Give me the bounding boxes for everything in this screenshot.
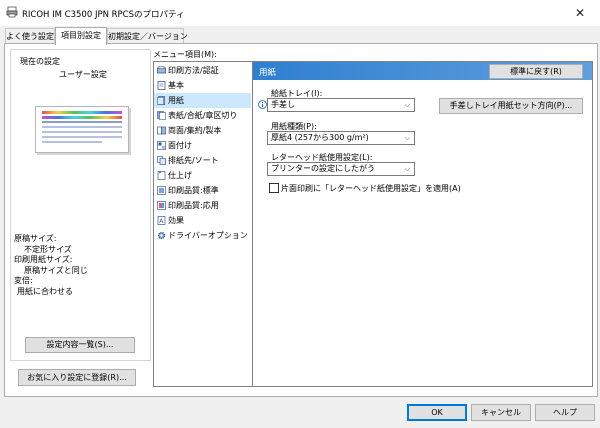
menu-item-paper[interactable]: 用紙 bbox=[154, 93, 251, 108]
bypass-tray-orientation-button[interactable]: 手差しトレイ用紙セット方向(P)... bbox=[439, 98, 583, 114]
basic-icon bbox=[157, 81, 166, 90]
profile-name: ユーザー設定 bbox=[59, 70, 107, 79]
finishing-icon bbox=[157, 171, 166, 180]
menu-list[interactable]: 印刷方法/認証 基本 用紙 表紙/合紙/章区切り 両面/集約/製本 面付け 排紙… bbox=[153, 61, 253, 387]
summary-line: 不定形サイズ bbox=[24, 244, 72, 254]
menu-item-label: 面付け bbox=[168, 141, 192, 150]
title-bar: RICOH IM C3500 JPN RPCSのプロパティ ✕ bbox=[0, 0, 600, 26]
tab-detailed-settings[interactable]: 項目別設定 bbox=[55, 27, 107, 45]
cover-sheet-icon bbox=[157, 111, 166, 120]
menu-item-basic[interactable]: 基本 bbox=[154, 78, 251, 93]
menu-item-output-sort[interactable]: 排紙先/ソート bbox=[154, 153, 251, 168]
simplex-letterhead-checkbox[interactable] bbox=[269, 183, 279, 193]
settings-list-button[interactable]: 設定内容一覧(S)... bbox=[25, 337, 135, 353]
menu-item-label: 表紙/合紙/章区切り bbox=[168, 111, 238, 120]
input-tray-value: 手差し bbox=[271, 100, 295, 109]
panel-header: 用紙 標準に戻す(R) bbox=[253, 62, 592, 80]
printer-icon bbox=[6, 6, 18, 18]
reset-default-button[interactable]: 標準に戻す(R) bbox=[489, 64, 583, 79]
close-icon[interactable]: ✕ bbox=[572, 5, 588, 21]
summary-line: 原稿サイズ: bbox=[14, 234, 57, 243]
window-title: RICOH IM C3500 JPN RPCSのプロパティ bbox=[22, 10, 185, 20]
input-tray-select[interactable]: 手差し ⌵ bbox=[267, 98, 415, 112]
menu-item-label: 基本 bbox=[168, 81, 184, 90]
cancel-button[interactable]: キャンセル bbox=[471, 404, 531, 421]
gear-icon bbox=[157, 231, 166, 240]
menu-item-label: 印刷品質:標準 bbox=[168, 186, 219, 195]
quality-advanced-icon bbox=[157, 201, 166, 210]
summary-line: 印刷用紙サイズ: bbox=[14, 255, 73, 264]
menu-item-label: 用紙 bbox=[168, 96, 184, 105]
menu-item-label: 効果 bbox=[168, 216, 184, 225]
quality-standard-icon bbox=[157, 186, 166, 195]
output-tray-icon bbox=[157, 156, 166, 165]
panel-header-title: 用紙 bbox=[259, 68, 277, 78]
menu-item-quality-advanced[interactable]: 印刷品質:応用 bbox=[154, 198, 251, 213]
menu-item-quality-standard[interactable]: 印刷品質:標準 bbox=[154, 183, 251, 198]
menu-item-cover-slip-sheet[interactable]: 表紙/合紙/章区切り bbox=[154, 108, 251, 123]
paper-settings-panel: 用紙 標準に戻す(R) 給紙トレイ(I): 手差し ⌵ 手差しトレイ用紙セット方… bbox=[252, 61, 593, 387]
menu-item-finishing[interactable]: 仕上げ bbox=[154, 168, 251, 183]
menu-item-label: 両面/集約/製本 bbox=[168, 126, 222, 135]
menu-item-duplex-layout-booklet[interactable]: 両面/集約/製本 bbox=[154, 123, 251, 138]
menu-item-effects[interactable]: A 効果 bbox=[154, 213, 251, 228]
chevron-down-icon: ⌵ bbox=[404, 134, 410, 142]
paper-type-select[interactable]: 厚紙4 (257から300 g/m²) ⌵ bbox=[267, 131, 415, 145]
imposition-icon bbox=[157, 141, 166, 150]
menu-item-label: 排紙先/ソート bbox=[168, 156, 219, 165]
settings-summary: 原稿サイズ: 不定形サイズ 印刷用紙サイズ: 原稿サイズと同じ 変倍: 用紙に合… bbox=[14, 234, 88, 297]
preview-image bbox=[35, 106, 129, 153]
menu-item-label: 印刷方法/認証 bbox=[168, 66, 219, 75]
duplex-icon bbox=[157, 126, 166, 135]
current-settings-label: 現在の設定 bbox=[20, 57, 60, 66]
menu-item-label: 印刷品質:応用 bbox=[168, 201, 219, 210]
tab-initial-settings-version[interactable]: 初期設定／バージョン bbox=[107, 28, 188, 44]
menu-item-driver-options[interactable]: ドライバーオプション bbox=[154, 228, 251, 243]
register-favorite-button[interactable]: お気に入り設定に登録(R)... bbox=[18, 369, 136, 386]
menu-item-label: 仕上げ bbox=[168, 171, 192, 180]
tab-frequent-settings[interactable]: よく使う設定 bbox=[5, 28, 55, 44]
info-icon bbox=[258, 100, 267, 109]
chevron-down-icon: ⌵ bbox=[404, 165, 410, 173]
simplex-letterhead-label: 片面印刷に「レターヘッド紙使用設定」を適用(A) bbox=[281, 184, 461, 193]
print-auth-icon bbox=[157, 66, 166, 74]
menu-item-label: ドライバーオプション bbox=[168, 231, 248, 240]
effects-icon: A bbox=[157, 216, 166, 225]
summary-line: 用紙に合わせる bbox=[17, 286, 73, 296]
menu-item-imposition[interactable]: 面付け bbox=[154, 138, 251, 153]
menu-item-print-method[interactable]: 印刷方法/認証 bbox=[154, 63, 251, 78]
menu-label: メニュー項目(M): bbox=[153, 50, 217, 59]
paper-icon bbox=[157, 96, 165, 105]
summary-line: 変倍: bbox=[14, 276, 33, 285]
help-button[interactable]: ヘルプ bbox=[535, 404, 595, 421]
chevron-down-icon: ⌵ bbox=[404, 101, 410, 109]
current-settings-panel: 現在の設定 ユーザー設定 原稿サイズ: 不定形サイズ 印刷用紙サイズ: 原稿サイ… bbox=[10, 49, 151, 361]
letterhead-value: プリンターの設定にしたがう bbox=[271, 164, 375, 173]
letterhead-select[interactable]: プリンターの設定にしたがう ⌵ bbox=[267, 162, 415, 176]
paper-type-value: 厚紙4 (257から300 g/m²) bbox=[271, 133, 369, 142]
summary-line: 原稿サイズと同じ bbox=[24, 265, 88, 275]
ok-button[interactable]: OK bbox=[407, 404, 467, 421]
